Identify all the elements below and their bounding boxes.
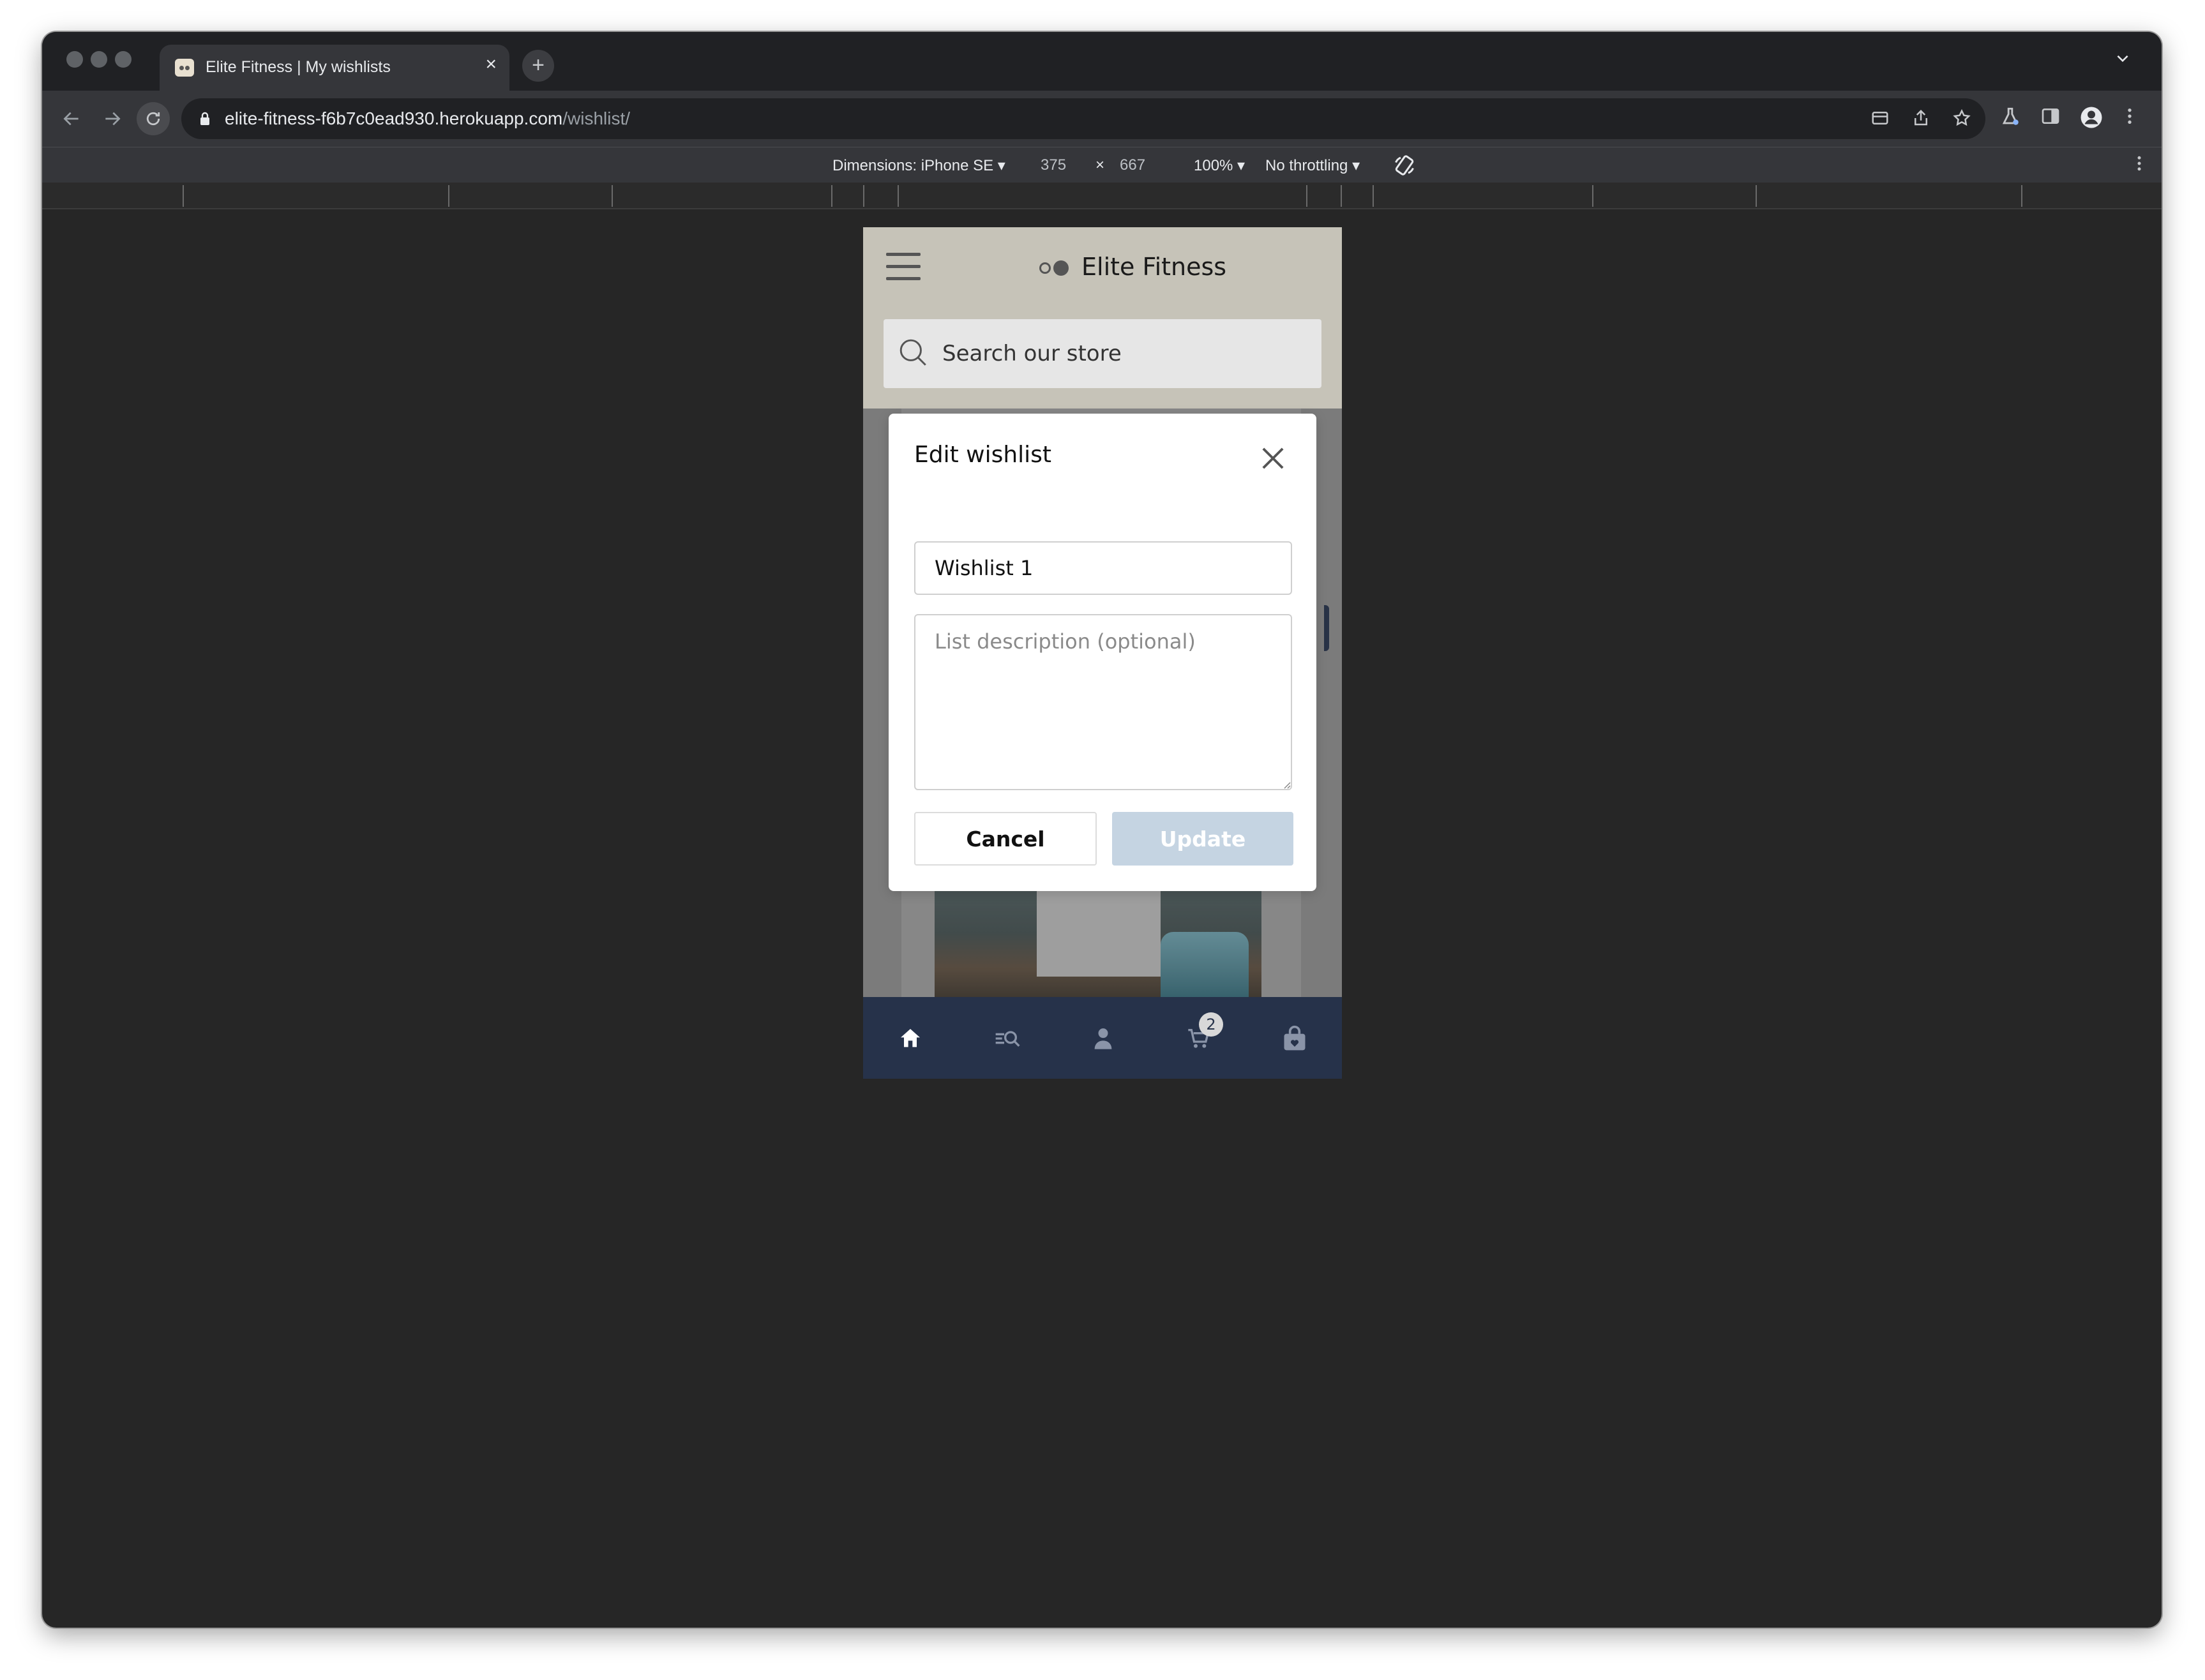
tab-active[interactable]: Elite Fitness | My wishlists × (160, 45, 509, 91)
browser-window: Elite Fitness | My wishlists × + elite-f… (42, 32, 2162, 1628)
share-icon[interactable] (1911, 109, 1930, 131)
viewport-width-field[interactable]: 375 (1041, 156, 1066, 174)
resize-grip-icon[interactable] (1282, 780, 1291, 792)
device-toolbar-menu-icon[interactable] (2130, 154, 2149, 177)
dimension-times: × (1095, 156, 1105, 174)
account-icon[interactable] (1084, 1023, 1122, 1054)
rotate-icon[interactable] (1393, 154, 1416, 181)
viewport-height-field[interactable]: 667 (1120, 156, 1145, 174)
browser-toolbar: elite-fitness-f6b7c0ead930.herokuapp.com… (42, 91, 2162, 147)
tab-search-chevron-icon[interactable] (2114, 50, 2131, 70)
close-icon[interactable] (1256, 442, 1290, 475)
minimize-window-button[interactable] (91, 51, 107, 68)
wishlist-name-input[interactable] (914, 541, 1292, 595)
back-arrow-icon[interactable] (57, 105, 86, 133)
site-header: Elite Fitness Search our store (863, 227, 1342, 409)
side-panel-icon[interactable] (2040, 106, 2061, 130)
brand-logo-icon[interactable] (1039, 260, 1069, 276)
search-input[interactable]: Search our store (942, 341, 1122, 366)
address-bar[interactable]: elite-fitness-f6b7c0ead930.herokuapp.com… (181, 98, 1985, 139)
device-select[interactable]: Dimensions: iPhone SE ▾ (832, 156, 1005, 175)
hamburger-menu-icon[interactable] (886, 253, 921, 281)
home-icon[interactable] (891, 1023, 929, 1054)
search-list-icon[interactable] (988, 1023, 1027, 1054)
zoom-select[interactable]: 100% ▾ (1194, 156, 1245, 175)
card-icon[interactable] (1870, 109, 1890, 131)
site-favicon-icon (175, 59, 194, 77)
modal-title: Edit wishlist (914, 442, 1052, 468)
bookmark-star-icon[interactable] (1952, 109, 1971, 131)
profile-avatar-icon[interactable] (2080, 106, 2103, 132)
bottom-nav: 2 (863, 997, 1342, 1079)
cancel-button[interactable]: Cancel (914, 812, 1097, 866)
tab-strip: Elite Fitness | My wishlists × + (42, 32, 2162, 91)
search-bar[interactable]: Search our store (884, 319, 1321, 388)
lock-icon[interactable] (199, 111, 211, 130)
cart-count-badge: 2 (1199, 1012, 1223, 1037)
new-tab-button[interactable]: + (522, 50, 554, 82)
labs-flask-icon[interactable] (1999, 106, 2021, 131)
throttling-select[interactable]: No throttling ▾ (1265, 156, 1360, 175)
brand-name[interactable]: Elite Fitness (1081, 253, 1226, 281)
mobile-viewport: Elite Fitness Search our store Edit wish… (863, 227, 1342, 1079)
device-toolbar: Dimensions: iPhone SE ▾ 375 × 667 100% ▾… (42, 147, 2162, 183)
edit-wishlist-modal: Edit wishlist Cancel Update (889, 414, 1316, 891)
update-button[interactable]: Update (1112, 812, 1293, 866)
tab-title: Elite Fitness | My wishlists (206, 58, 391, 76)
media-query-ruler[interactable] (42, 183, 2162, 209)
maximize-window-button[interactable] (115, 51, 132, 68)
browser-menu-icon[interactable] (2119, 106, 2140, 130)
search-icon (898, 337, 929, 372)
wishlist-description-input[interactable] (914, 614, 1292, 790)
bag-icon[interactable] (1276, 1023, 1314, 1054)
forward-arrow-icon[interactable] (98, 105, 126, 133)
tab-close-icon[interactable]: × (485, 54, 497, 75)
cart-icon[interactable]: 2 (1180, 1012, 1223, 1054)
close-window-button[interactable] (66, 51, 83, 68)
url-text: elite-fitness-f6b7c0ead930.herokuapp.com… (225, 109, 631, 128)
reload-icon[interactable] (137, 102, 170, 135)
